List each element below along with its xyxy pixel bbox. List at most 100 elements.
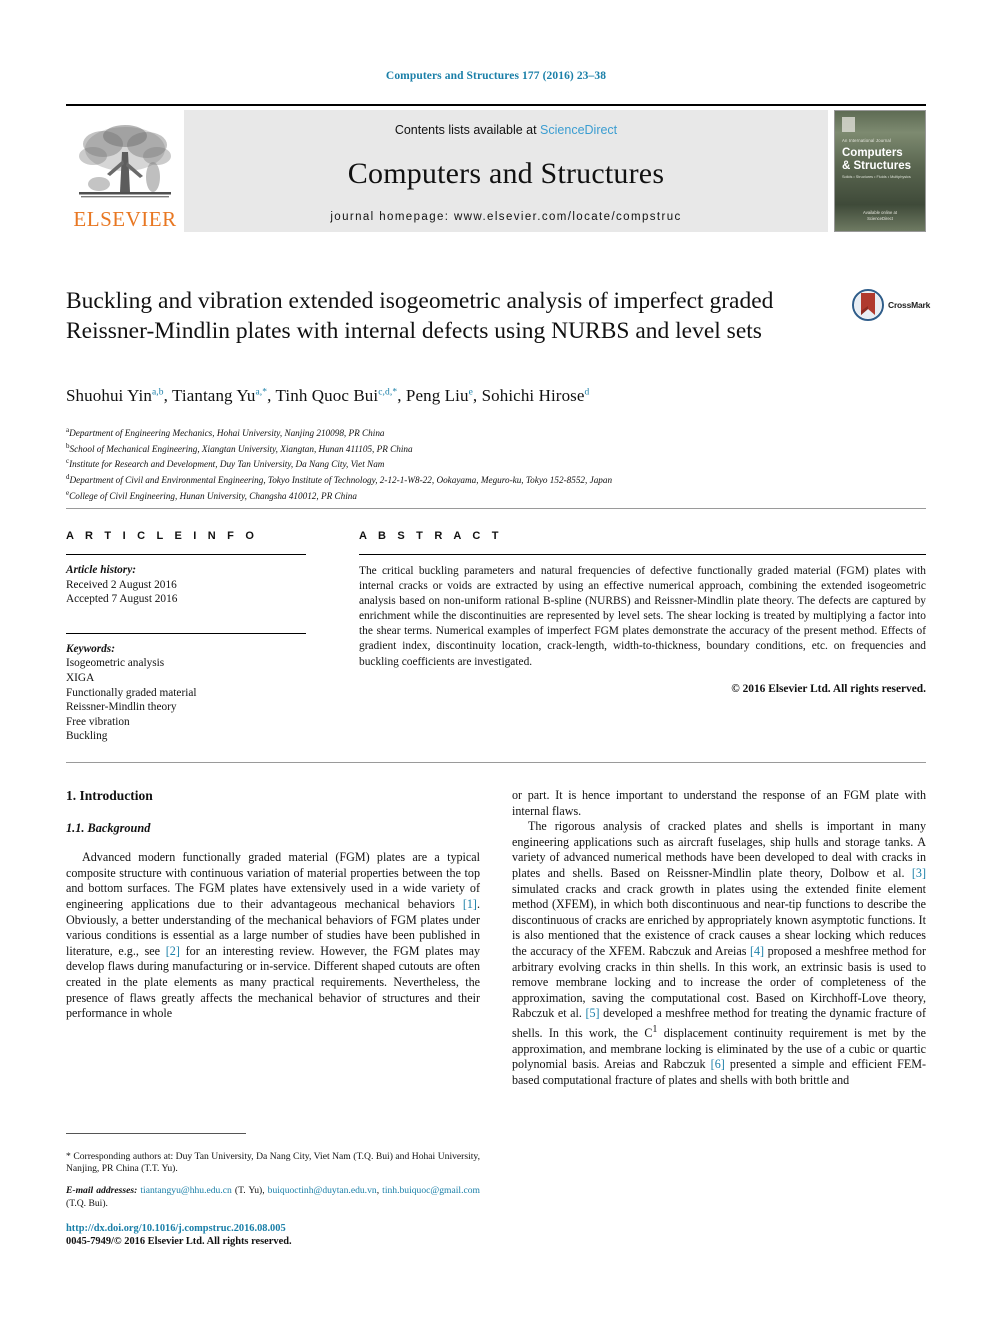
journal-cover-thumbnail[interactable]: An International Journal Computers & Str… (834, 110, 926, 232)
affiliation-item: bSchool of Mechanical Engineering, Xiang… (66, 440, 926, 456)
footnote-divider (66, 1133, 246, 1134)
article-history-accepted: Accepted 7 August 2016 (66, 593, 178, 606)
author-affiliation-mark: a,b (151, 387, 164, 398)
affiliation-text: Institute for Research and Development, … (69, 459, 385, 470)
paragraph-text: Advanced modern functionally graded mate… (66, 850, 480, 911)
body-column-left: 1. Introduction 1.1. Background Advanced… (66, 788, 480, 1022)
keywords-rule (66, 632, 306, 634)
email-addresses-label: E-mail addresses: (66, 1185, 138, 1197)
cover-footer-line2: ScienceDirect (867, 216, 893, 221)
author-item: Tiantang Yua,* (172, 386, 267, 405)
contents-prefix: Contents lists available at (394, 123, 541, 137)
author-item: Peng Liue (406, 386, 473, 405)
affiliation-item: eCollege of Civil Engineering, Hunan Uni… (66, 487, 926, 503)
abstract-rule (359, 554, 926, 555)
footnote-emails: E-mail addresses: tiantangyu@hhu.edu.cn … (66, 1185, 480, 1210)
crossmark-label: CrossMark (888, 300, 931, 310)
affiliation-item: dDepartment of Civil and Environmental E… (66, 471, 926, 487)
author-separator: , (472, 386, 482, 405)
issn-copyright: 0045-7949/© 2016 Elsevier Ltd. All right… (66, 1236, 292, 1248)
abstract-copyright: © 2016 Elsevier Ltd. All rights reserved… (731, 682, 926, 695)
author-item: Sohichi Hirosed (482, 386, 590, 405)
journal-homepage[interactable]: journal homepage: www.elsevier.com/locat… (184, 211, 828, 223)
email-owner-1: (T. Yu), (231, 1185, 268, 1197)
abstract-text: The critical buckling parameters and nat… (359, 565, 926, 668)
author-affiliation-mark: d (584, 387, 590, 398)
author-name: Tinh Quoc Bui (275, 386, 379, 405)
author-name: Peng Liu (405, 386, 469, 405)
cover-elsevier-icon (842, 117, 855, 132)
keywords-list: Keywords: Isogeometric analysis XIGA Fun… (66, 642, 306, 744)
crossmark-badge[interactable]: CrossMark (852, 288, 938, 322)
author-list: Shuohui Yina,b, Tiantang Yua,*, Tinh Quo… (66, 386, 926, 406)
page-title: Buckling and vibration extended isogeome… (66, 288, 774, 344)
affiliation-item: cInstitute for Research and Development,… (66, 455, 926, 471)
paragraph-right-continued: or part. It is hence important to unders… (512, 788, 926, 818)
elsevier-wordmark: ELSEVIER (73, 207, 177, 231)
keyword-item: Reissner-Mindlin theory (66, 701, 177, 714)
affiliation-text: Department of Civil and Environmental En… (69, 475, 613, 486)
journal-title: Computers and Structures (347, 157, 665, 190)
affiliation-list: aDepartment of Engineering Mechanics, Ho… (66, 424, 926, 502)
article-info-heading: A R T I C L E I N F O (66, 530, 259, 542)
body-column-right: or part. It is hence important to unders… (512, 788, 926, 1088)
cover-footer: Available online at ScienceDirect (835, 210, 925, 222)
email-link-3[interactable]: tinh.buiquoc@gmail.com (382, 1185, 480, 1196)
article-history-label: Article history: (66, 564, 136, 576)
email-link-2[interactable]: buiquoctinh@duytan.edu.vn (268, 1185, 377, 1196)
doi-link[interactable]: http://dx.doi.org/10.1016/j.compstruc.20… (66, 1222, 526, 1235)
corresponding-mark: * (66, 1150, 71, 1162)
citation-ref-3[interactable]: [3] (912, 866, 926, 880)
citation-ref-2[interactable]: [2] (166, 944, 180, 958)
author-item: Shuohui Yina,b (66, 386, 164, 405)
affiliation-text: Department of Engineering Mechanics, Hoh… (69, 428, 385, 439)
citation-ref-1[interactable]: [1] (463, 897, 477, 911)
section-heading-introduction: 1. Introduction (66, 788, 153, 803)
author-affiliation-mark: a,* (255, 387, 268, 398)
contents-available-line: Contents lists available at ScienceDirec… (395, 123, 617, 137)
cover-name-line1: Computers (842, 147, 903, 159)
author-name: Tiantang Yu (172, 386, 256, 405)
journal-band: Contents lists available at ScienceDirec… (184, 110, 828, 232)
running-head: Computers and Structures 177 (2016) 23–3… (385, 70, 607, 82)
keywords-label: Keywords: (66, 642, 115, 655)
author-separator: , (397, 386, 406, 405)
keyword-item: Isogeometric analysis (66, 657, 165, 670)
divider-above-abstract (66, 508, 926, 509)
elsevier-logo: ELSEVIER (66, 110, 184, 232)
footer-block: http://dx.doi.org/10.1016/j.compstruc.20… (66, 1222, 526, 1249)
keyword-item: XIGA (66, 671, 95, 684)
journal-masthead: ELSEVIER Contents lists available at Sci… (66, 104, 926, 232)
citation-ref-6[interactable]: [6] (711, 1057, 725, 1071)
cover-tagline: Solids • Structures • Fluids • Multiphys… (842, 175, 911, 179)
article-info-rule (66, 554, 306, 555)
keyword-item: Functionally graded material (66, 686, 197, 699)
cover-subtitle: An International Journal (842, 138, 892, 143)
cover-name-line2: & Structures (842, 160, 912, 172)
footnote-block: * Corresponding authors at: Duy Tan Univ… (66, 1141, 480, 1220)
author-name: Sohichi Hirose (481, 386, 585, 405)
citation-ref-4[interactable]: [4] (750, 944, 764, 958)
abstract-heading: A B S T R A C T (359, 530, 503, 542)
affiliation-text: College of Civil Engineering, Hunan Univ… (69, 490, 357, 501)
abstract-column: A B S T R A C T The critical buckling pa… (359, 530, 926, 695)
crossmark-icon (852, 289, 884, 321)
corresponding-text: Corresponding authors at: Duy Tan Univer… (66, 1150, 480, 1175)
citation-ref-5[interactable]: [5] (585, 1006, 599, 1020)
author-name: Shuohui Yin (66, 386, 152, 405)
paragraph-right-2: The rigorous analysis of cracked plates … (512, 819, 926, 1088)
footnote-corresponding: * Corresponding authors at: Duy Tan Univ… (66, 1151, 480, 1176)
article-history: Article history: Received 2 August 2016 … (66, 563, 306, 607)
author-item: Tinh Quoc Buic,d,* (276, 386, 398, 405)
article-history-received: Received 2 August 2016 (66, 578, 177, 591)
email-link-1[interactable]: tiantangyu@hhu.edu.cn (140, 1185, 231, 1196)
subsection-heading-background: 1.1. Background (66, 820, 151, 835)
paragraph-text: The rigorous analysis of cracked plates … (512, 819, 926, 880)
affiliation-item: aDepartment of Engineering Mechanics, Ho… (66, 424, 926, 440)
author-separator: , (163, 386, 173, 405)
cover-journal-name: Computers & Structures (842, 147, 911, 173)
email-owner-3: (T.Q. Bui). (66, 1197, 108, 1209)
sciencedirect-link[interactable]: ScienceDirect (540, 123, 617, 137)
article-info-column: A R T I C L E I N F O Article history: R… (66, 530, 306, 744)
divider-below-abstract (66, 762, 926, 763)
